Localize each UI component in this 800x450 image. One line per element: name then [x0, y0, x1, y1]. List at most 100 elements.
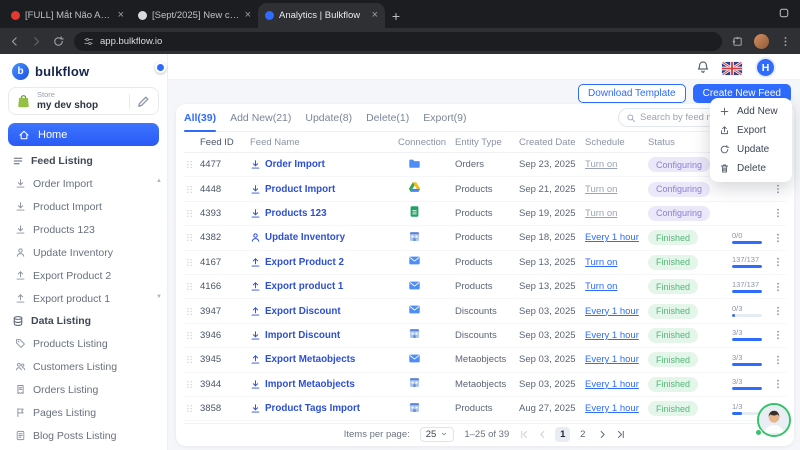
column-header-connection[interactable]: Connection: [398, 137, 455, 148]
sidebar-item-order-import[interactable]: Order Import: [0, 172, 167, 195]
notification-bell-icon[interactable]: [696, 60, 710, 74]
drag-handle-icon[interactable]: [184, 305, 200, 318]
download-template-button[interactable]: Download Template: [578, 84, 686, 103]
schedule-link[interactable]: Every 1 hour: [585, 330, 639, 341]
schedule-link[interactable]: Turn on: [585, 159, 617, 170]
extensions-icon[interactable]: [731, 35, 744, 48]
feed-name-link[interactable]: Export product 1: [250, 281, 343, 292]
site-settings-icon[interactable]: [83, 36, 94, 47]
tab-add-new-21[interactable]: Add New(21): [230, 104, 291, 132]
menu-item-delete[interactable]: Delete: [710, 159, 792, 178]
schedule-link[interactable]: Every 1 hour: [585, 379, 639, 390]
sidebar-item-product-import[interactable]: Product Import: [0, 195, 167, 218]
new-tab-button[interactable]: +: [385, 4, 407, 28]
reload-icon[interactable]: [52, 35, 65, 48]
column-header-created-date[interactable]: Created Date: [519, 137, 585, 148]
schedule-link[interactable]: Turn on: [585, 257, 617, 268]
feed-name-link[interactable]: Export Discount: [250, 306, 341, 317]
row-menu-icon[interactable]: [772, 232, 786, 244]
sidebar-toggle-dot[interactable]: [155, 62, 166, 73]
browser-menu-icon[interactable]: [779, 35, 792, 48]
first-page-icon[interactable]: [519, 429, 530, 440]
feed-name-link[interactable]: Export Product 2: [250, 257, 344, 268]
schedule-link[interactable]: Turn on: [585, 208, 617, 219]
drag-handle-icon[interactable]: [184, 231, 200, 244]
schedule-link[interactable]: Every 1 hour: [585, 306, 639, 317]
row-menu-icon[interactable]: [772, 378, 786, 390]
tab-close-icon[interactable]: ×: [372, 10, 378, 21]
drag-handle-icon[interactable]: [184, 256, 200, 269]
tab-all-39[interactable]: All(39): [184, 104, 216, 132]
support-chat-avatar[interactable]: [757, 403, 791, 437]
column-header-feed-id[interactable]: Feed ID: [200, 137, 250, 148]
store-selector[interactable]: Store my dev shop: [8, 87, 159, 115]
feed-name-link[interactable]: Product Tags Import: [250, 403, 360, 414]
feed-name-link[interactable]: Product Import: [250, 184, 335, 195]
row-menu-icon[interactable]: [772, 305, 786, 317]
drag-handle-icon[interactable]: [184, 183, 200, 196]
schedule-link[interactable]: Turn on: [585, 281, 617, 292]
browser-tab[interactable]: Analytics | Bulkflow×: [258, 3, 385, 28]
row-menu-icon[interactable]: [772, 207, 786, 219]
sidebar-item-customers-listing[interactable]: Customers Listing: [0, 355, 167, 378]
column-header-schedule[interactable]: Schedule: [585, 137, 648, 148]
menu-item-export[interactable]: Export: [710, 121, 792, 140]
sidebar-item-orders-listing[interactable]: Orders Listing: [0, 378, 167, 401]
sidebar-item-export-product-1[interactable]: Export product 1: [0, 287, 167, 310]
menu-item-add-new[interactable]: Add New: [710, 102, 792, 121]
sidebar-item-pages-listing[interactable]: Pages Listing: [0, 401, 167, 424]
column-header-feed-name[interactable]: Feed Name: [250, 137, 398, 148]
schedule-link[interactable]: Turn on: [585, 184, 617, 195]
scroll-down-arrow[interactable]: ▼: [156, 294, 162, 300]
sidebar-item-blog-posts-listing[interactable]: Blog Posts Listing: [0, 424, 167, 447]
schedule-link[interactable]: Every 1 hour: [585, 232, 639, 243]
forward-icon[interactable]: [30, 35, 43, 48]
sidebar-item-export-product-2[interactable]: Export Product 2: [0, 264, 167, 287]
drag-handle-icon[interactable]: [184, 378, 200, 391]
address-bar[interactable]: app.bulkflow.io: [74, 32, 722, 51]
row-menu-icon[interactable]: [772, 256, 786, 268]
feed-name-link[interactable]: Order Import: [250, 159, 325, 170]
tab-close-icon[interactable]: ×: [245, 10, 251, 21]
browser-tab[interactable]: [FULL] Mắt Não Audio Số 39×: [4, 3, 131, 28]
feed-name-link[interactable]: Import Discount: [250, 330, 340, 341]
feed-name-link[interactable]: Products 123: [250, 208, 327, 219]
items-per-page-select[interactable]: 25: [420, 427, 455, 442]
browser-profile-avatar[interactable]: [754, 34, 769, 49]
tab-groups-icon[interactable]: [778, 7, 790, 19]
row-menu-icon[interactable]: [772, 183, 786, 195]
schedule-link[interactable]: Every 1 hour: [585, 354, 639, 365]
sidebar-item-update-inventory[interactable]: Update Inventory: [0, 241, 167, 264]
tab-update-8[interactable]: Update(8): [305, 104, 352, 132]
browser-tab[interactable]: [Sept/2025] New content - Ha×: [131, 3, 258, 28]
nav-section-feed-listing[interactable]: Feed Listing: [0, 150, 167, 172]
page-button-2[interactable]: 2: [575, 427, 590, 442]
user-avatar[interactable]: H: [755, 57, 776, 78]
prev-page-icon[interactable]: [537, 429, 548, 440]
column-header-entity-type[interactable]: Entity Type: [455, 137, 519, 148]
drag-handle-icon[interactable]: [184, 158, 200, 171]
drag-handle-icon[interactable]: [184, 353, 200, 366]
last-page-icon[interactable]: [615, 429, 626, 440]
feed-name-link[interactable]: Update Inventory: [250, 232, 345, 243]
drag-handle-icon[interactable]: [184, 329, 200, 342]
sidebar-item-home[interactable]: Home: [8, 123, 159, 146]
back-icon[interactable]: [8, 35, 21, 48]
language-flag-icon[interactable]: [722, 62, 742, 75]
sidebar-item-products-123[interactable]: Products 123: [0, 218, 167, 241]
edit-store-icon[interactable]: [136, 94, 151, 109]
scroll-up-arrow[interactable]: ▲: [156, 178, 162, 184]
row-menu-icon[interactable]: [772, 281, 786, 293]
schedule-link[interactable]: Every 1 hour: [585, 403, 639, 414]
feed-name-link[interactable]: Export Metaobjects: [250, 354, 355, 365]
nav-section-data-listing[interactable]: Data Listing: [0, 310, 167, 332]
menu-item-update[interactable]: Update: [710, 140, 792, 159]
drag-handle-icon[interactable]: [184, 280, 200, 293]
sidebar-item-products-listing[interactable]: Products Listing: [0, 332, 167, 355]
feed-name-link[interactable]: Import Metaobjects: [250, 379, 355, 390]
row-menu-icon[interactable]: [772, 329, 786, 341]
drag-handle-icon[interactable]: [184, 402, 200, 415]
next-page-icon[interactable]: [597, 429, 608, 440]
tab-delete-1[interactable]: Delete(1): [366, 104, 409, 132]
tab-export-9[interactable]: Export(9): [423, 104, 466, 132]
